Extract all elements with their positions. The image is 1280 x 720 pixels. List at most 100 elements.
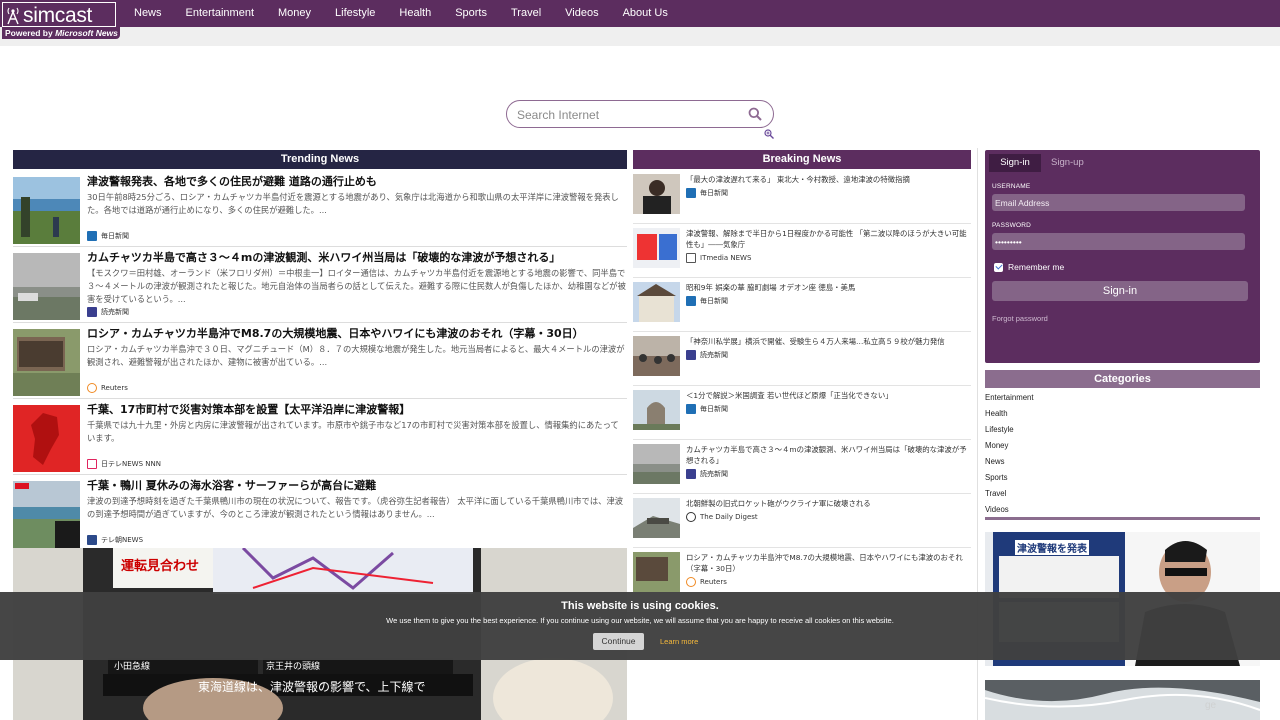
breaking-source: 読売新聞 xyxy=(686,350,971,360)
breaking-item[interactable]: 「最大の津波遅れて来る」 東北大・今村教授、遠地津波の特徴指摘毎日新聞 xyxy=(633,170,971,224)
breaking-title[interactable]: 北朝鮮製の旧式ロケット砲がウクライナ軍に破壊される xyxy=(686,498,971,509)
trending-item[interactable]: 津波警報発表、各地で多くの住民が避難 道路の通行止めも 30日午前8時25分ごろ… xyxy=(13,173,627,247)
breaking-source-name: 読売新聞 xyxy=(700,351,728,359)
trending-source-name: 毎日新聞 xyxy=(101,232,129,240)
email-field[interactable] xyxy=(992,194,1245,211)
trending-source: テレ朝NEWS xyxy=(87,535,627,545)
breaking-source-name: 毎日新聞 xyxy=(700,405,728,413)
breaking-item[interactable]: 北朝鮮製の旧式ロケット砲がウクライナ軍に破壊される The Daily Diges… xyxy=(633,494,971,548)
powered-by-name: Microsoft News xyxy=(55,28,118,38)
password-field[interactable] xyxy=(992,233,1245,250)
itmedia-logo-icon xyxy=(686,253,696,263)
breaking-item[interactable]: カムチャツカ半島で高さ３～４mの津波観測、米ハワイ州当局は「破壊的な津波が予想さ… xyxy=(633,440,971,494)
breaking-source-name: Reuters xyxy=(700,578,727,586)
category-videos[interactable]: Videos xyxy=(985,502,1034,518)
breaking-source-name: 毎日新聞 xyxy=(700,189,728,197)
nav-entertainment[interactable]: Entertainment xyxy=(174,0,266,27)
breaking-source: 毎日新聞 xyxy=(686,188,971,198)
nav-sports[interactable]: Sports xyxy=(443,0,499,27)
trending-source-name: Reuters xyxy=(101,384,128,392)
breaking-list: 「最大の津波遅れて来る」 東北大・今村教授、遠地津波の特徴指摘毎日新聞 津波警報… xyxy=(633,170,971,602)
big-image-caption-3: 東海道線は、津波警報の影響で、上下線で xyxy=(198,680,426,694)
trending-source: 日テレNEWS NNN xyxy=(87,459,627,469)
nav-travel[interactable]: Travel xyxy=(499,0,553,27)
trending-source: 毎日新聞 xyxy=(87,231,627,241)
signin-button[interactable]: Sign-in xyxy=(992,281,1248,301)
category-travel[interactable]: Travel xyxy=(985,486,1034,502)
ntv-logo-icon xyxy=(87,459,97,469)
breaking-item[interactable]: 津波警報、解除まで半日から1日程度かかる可能性 「第二波以降のほうが大きい可能性… xyxy=(633,224,971,278)
trending-desc: 【モスクワ＝田村雄、オーランド（米フロリダ州）＝中根圭一】ロイター通信は、カムチ… xyxy=(87,268,626,304)
remember-checkbox[interactable] xyxy=(994,262,1003,272)
trending-title[interactable]: 千葉・鴨川 夏休みの海水浴客・サーファーらが高台に避難 xyxy=(87,479,627,493)
trending-thumbnail xyxy=(13,253,80,320)
trending-title[interactable]: カムチャツカ半島で高さ３～４mの津波観測、米ハワイ州当局は「破壊的な津波が予想さ… xyxy=(87,251,627,265)
breaking-title[interactable]: 「神奈川私学展」横浜で開催、受験生ら４万人来場…私立高５９校が魅力発信 xyxy=(686,336,971,347)
breaking-title[interactable]: カムチャツカ半島で高さ３～４mの津波観測、米ハワイ州当局は「破壊的な津波が予想さ… xyxy=(686,444,971,466)
tab-signup[interactable]: Sign-up xyxy=(1051,154,1084,172)
username-label: USERNAME xyxy=(992,183,1031,190)
sidebar-news-image-2[interactable] xyxy=(985,680,1260,720)
brand-logo[interactable]: simcast Powered by Microsoft News xyxy=(2,2,120,39)
password-label: PASSWORD xyxy=(992,222,1032,229)
category-money[interactable]: Money xyxy=(985,438,1034,454)
remember-me[interactable]: Remember me xyxy=(994,262,1064,272)
big-image-caption-1: 運転見合わせ xyxy=(121,559,200,574)
breaking-thumbnail xyxy=(633,390,680,430)
breaking-header: Breaking News xyxy=(633,150,971,169)
breaking-title[interactable]: 「最大の津波遅れて来る」 東北大・今村教授、遠地津波の特徴指摘 xyxy=(686,174,971,185)
category-health[interactable]: Health xyxy=(985,406,1034,422)
trending-item[interactable]: 千葉、17市町村で災害対策本部を設置【太平洋沿岸に津波警報】 千葉県では九十九里… xyxy=(13,401,627,475)
zoom-in-icon[interactable] xyxy=(764,129,774,139)
trending-source-name: テレ朝NEWS xyxy=(101,536,144,544)
search-input[interactable] xyxy=(517,106,737,123)
breaking-title[interactable]: ロシア・カムチャツカ半島沖でM8.7の大規模地震、日本やハワイにも津波のおそれ（… xyxy=(686,552,971,574)
breaking-thumbnail xyxy=(633,444,680,484)
breaking-source: Reuters xyxy=(686,577,971,587)
big-image-caption-2: 京王井の頭線 xyxy=(266,662,321,672)
breaking-thumbnail xyxy=(633,552,680,592)
category-sports[interactable]: Sports xyxy=(985,470,1034,486)
powered-by: Powered by Microsoft News xyxy=(2,27,120,39)
breaking-title[interactable]: 昭和9年 娯楽の華 脇町劇場 オデオン座 徳島・美馬 xyxy=(686,282,971,293)
nav-news[interactable]: News xyxy=(122,0,174,27)
mainichi-logo-icon xyxy=(686,188,696,198)
cookie-text: We use them to give you the best experie… xyxy=(386,616,894,625)
breaking-title[interactable]: 津波警報、解除まで半日から1日程度かかる可能性 「第二波以降のほうが大きい可能性… xyxy=(686,228,971,250)
daily-digest-logo-icon xyxy=(686,512,696,522)
category-news[interactable]: News xyxy=(985,454,1034,470)
trending-item[interactable]: カムチャツカ半島で高さ３～４mの津波観測、米ハワイ州当局は「破壊的な津波が予想さ… xyxy=(13,249,627,323)
nav-lifestyle[interactable]: Lifestyle xyxy=(323,0,387,27)
breaking-item[interactable]: 「神奈川私学展」横浜で開催、受験生ら４万人来場…私立高５９校が魅力発信読売新聞 xyxy=(633,332,971,386)
trending-item[interactable]: 千葉・鴨川 夏休みの海水浴客・サーファーらが高台に避難 津波の到達予想時刻を過ぎ… xyxy=(13,477,627,551)
nav-health[interactable]: Health xyxy=(387,0,443,27)
trending-desc: ロシア・カムチャツカ半島沖で３０日、マグニチュード（M）８．７の大規模な地震が発… xyxy=(87,344,625,367)
trending-title[interactable]: ロシア・カムチャツカ半島沖でM8.7の大規模地震、日本やハワイにも津波のおそれ（… xyxy=(87,327,627,341)
yomiuri-logo-icon xyxy=(87,307,97,317)
powered-by-prefix: Powered by xyxy=(5,28,56,38)
yomiuri-logo-icon xyxy=(686,350,696,360)
search-icon[interactable] xyxy=(748,107,762,121)
breaking-title[interactable]: ＜1分で解説＞米国調査 若い世代ほど原爆「正当化できない」 xyxy=(686,390,971,401)
breaking-item[interactable]: 昭和9年 娯楽の華 脇町劇場 オデオン座 徳島・美馬 毎日新聞 xyxy=(633,278,971,332)
coast-aerial-image xyxy=(985,680,1260,720)
tab-signin[interactable]: Sign-in xyxy=(989,154,1041,172)
nav-about-us[interactable]: About Us xyxy=(611,0,680,27)
brand-name: simcast xyxy=(23,4,93,27)
cookie-continue-button[interactable]: Continue xyxy=(593,633,644,650)
breaking-thumbnail xyxy=(633,282,680,322)
cookie-learn-more-link[interactable]: Learn more xyxy=(660,637,698,646)
nav-money[interactable]: Money xyxy=(266,0,323,27)
category-lifestyle[interactable]: Lifestyle xyxy=(985,422,1034,438)
category-entertainment[interactable]: Entertainment xyxy=(985,390,1034,406)
breaking-item[interactable]: ＜1分で解説＞米国調査 若い世代ほど原爆「正当化できない」毎日新聞 xyxy=(633,386,971,440)
trending-item[interactable]: ロシア・カムチャツカ半島沖でM8.7の大規模地震、日本やハワイにも津波のおそれ（… xyxy=(13,325,627,399)
nav-videos[interactable]: Videos xyxy=(553,0,610,27)
categories-header: Categories xyxy=(985,370,1260,388)
reuters-logo-icon xyxy=(87,383,97,393)
forgot-password-link[interactable]: Forgot password xyxy=(992,314,1048,323)
trending-title[interactable]: 千葉、17市町村で災害対策本部を設置【太平洋沿岸に津波警報】 xyxy=(87,403,627,417)
breaking-thumbnail xyxy=(633,174,680,214)
trending-title[interactable]: 津波警報発表、各地で多くの住民が避難 道路の通行止めも xyxy=(87,175,627,189)
breaking-source: ITmedia NEWS xyxy=(686,253,971,263)
